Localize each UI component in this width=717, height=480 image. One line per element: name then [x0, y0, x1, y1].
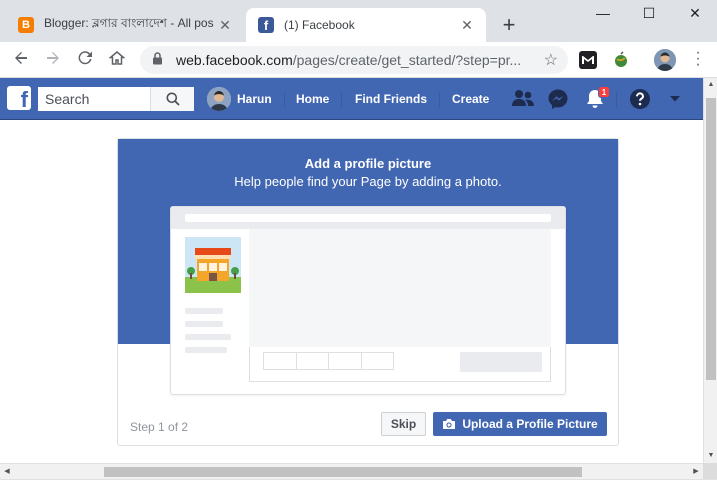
facebook-top-bar: f Harun Home Find Friends Create 1	[0, 78, 703, 120]
search-icon	[166, 92, 180, 106]
chevron-down-icon[interactable]	[668, 92, 690, 114]
forward-button[interactable]	[41, 48, 65, 72]
reload-icon	[78, 51, 92, 65]
browser-toolbar: web.facebook.com /pages/create/get_start…	[0, 42, 717, 78]
avatar	[207, 87, 231, 111]
scroll-thumb[interactable]	[706, 98, 716, 380]
nav-divider	[341, 92, 342, 108]
nav-user-name: Harun	[237, 92, 272, 106]
maximize-button[interactable]: ☐	[626, 2, 672, 26]
address-bar[interactable]: web.facebook.com /pages/create/get_start…	[140, 46, 568, 74]
home-button[interactable]	[105, 48, 129, 72]
skip-button[interactable]: Skip	[381, 412, 426, 436]
url-host: web.facebook.com	[176, 52, 293, 68]
scroll-up-arrow-icon[interactable]: ▲	[704, 78, 717, 92]
star-icon[interactable]: ☆	[544, 50, 558, 70]
more-menu-icon[interactable]: · · ·	[690, 45, 706, 73]
minimize-button[interactable]: —	[580, 2, 626, 26]
blogger-icon: B	[18, 17, 34, 33]
preview-topbar	[171, 207, 565, 229]
close-icon[interactable]: ✕	[458, 17, 476, 34]
upload-profile-picture-button[interactable]: Upload a Profile Picture	[433, 412, 607, 436]
preview-line	[185, 347, 227, 353]
facebook-search	[38, 87, 194, 111]
nav-divider	[439, 92, 440, 108]
browser-tabstrip: B Blogger: ব্লগার বাংলাদেশ - All pos ✕ f…	[0, 0, 717, 42]
messenger-icon[interactable]	[547, 88, 569, 110]
globe-extension-icon[interactable]	[612, 51, 630, 69]
gmail-extension-icon[interactable]	[579, 51, 597, 69]
preview-tabs-area	[249, 347, 551, 382]
page-preview-illustration	[170, 206, 566, 395]
reload-button[interactable]	[73, 48, 97, 72]
home-icon	[108, 51, 126, 65]
notification-badge: 1	[598, 86, 610, 98]
arrow-left-icon	[15, 52, 27, 64]
storefront-icon	[185, 237, 241, 293]
close-icon[interactable]: ✕	[216, 17, 234, 34]
back-button[interactable]	[9, 48, 33, 72]
new-tab-button[interactable]: +	[497, 12, 521, 38]
nav-divider	[284, 92, 285, 108]
facebook-logo-icon[interactable]: f	[7, 86, 31, 110]
arrow-right-icon	[47, 52, 59, 64]
preview-line	[185, 334, 231, 340]
scrollbar-corner	[703, 463, 717, 479]
create-page-dialog: Add a profile picture Help people find y…	[117, 138, 619, 446]
nav-home[interactable]: Home	[296, 78, 329, 120]
preview-line	[185, 308, 223, 314]
step-indicator: Step 1 of 2	[130, 420, 189, 434]
friend-requests-icon[interactable]	[511, 88, 534, 110]
tab-title: (1) Facebook	[284, 18, 355, 32]
search-button[interactable]	[150, 87, 194, 111]
dialog-subtitle: Help people find your Page by adding a p…	[234, 174, 502, 189]
tab-title: Blogger: ব্লগার বাংলাদেশ - All pos	[44, 16, 214, 30]
facebook-icon: f	[258, 17, 274, 33]
url-path: /pages/create/get_started/?step=pr...	[292, 52, 522, 68]
scroll-thumb[interactable]	[104, 467, 582, 477]
search-input[interactable]	[38, 87, 150, 111]
camera-icon	[443, 419, 456, 429]
help-icon[interactable]	[629, 88, 651, 110]
scroll-down-arrow-icon[interactable]: ▼	[704, 449, 717, 463]
upload-label: Upload a Profile Picture	[462, 417, 598, 431]
nav-divider	[616, 92, 617, 108]
profile-avatar[interactable]	[654, 49, 676, 71]
nav-create[interactable]: Create	[452, 78, 489, 120]
lock-icon	[152, 52, 166, 68]
preview-cover	[249, 229, 551, 347]
tab-blogger[interactable]: B Blogger: ব্লগার বাংলাদেশ - All pos ✕	[8, 8, 244, 42]
close-window-button[interactable]: ✕	[672, 2, 717, 26]
nav-profile[interactable]: Harun	[207, 78, 272, 120]
page-viewport: f Harun Home Find Friends Create 1	[0, 78, 703, 463]
horizontal-scrollbar[interactable]: ◀ ▶	[0, 463, 703, 479]
preview-line	[185, 321, 223, 327]
scroll-right-arrow-icon[interactable]: ▶	[689, 464, 703, 480]
scroll-left-arrow-icon[interactable]: ◀	[0, 464, 14, 480]
vertical-scrollbar[interactable]: ▲ ▼	[703, 78, 717, 463]
tab-facebook[interactable]: f (1) Facebook ✕	[246, 8, 486, 42]
dialog-title: Add a profile picture	[304, 156, 432, 171]
nav-find-friends[interactable]: Find Friends	[355, 78, 427, 120]
